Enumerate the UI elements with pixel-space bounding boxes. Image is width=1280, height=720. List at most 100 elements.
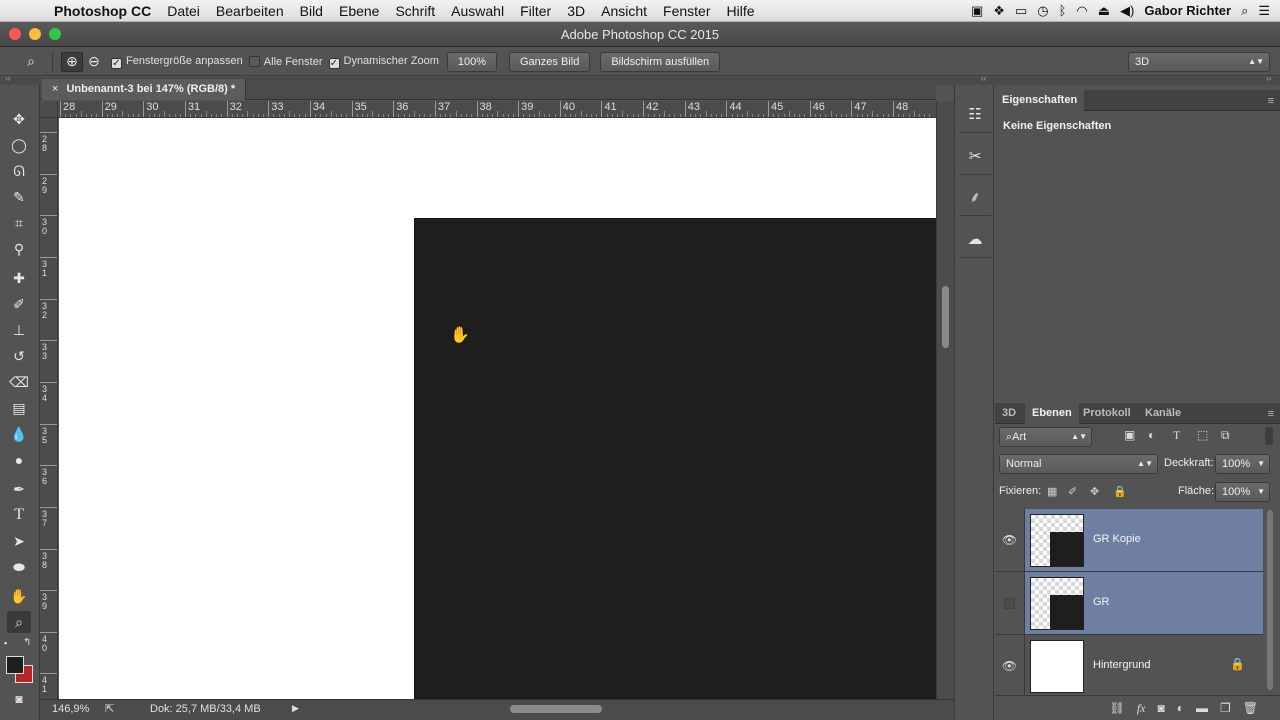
default-colors-icon[interactable]: ▪ <box>4 638 7 648</box>
menu-auswahl[interactable]: Auswahl <box>443 3 512 19</box>
path-selection-tool-icon[interactable]: ➤ <box>7 530 31 552</box>
eraser-tool-icon[interactable]: ⌫ <box>7 371 31 393</box>
time-machine-icon[interactable]: ◷ <box>1037 3 1048 19</box>
filter-pixel-icon[interactable]: ▣ <box>1124 428 1135 442</box>
hand-tool-icon[interactable]: ✋ <box>7 585 31 607</box>
fill-field[interactable]: 100% ▼ <box>1215 482 1270 502</box>
dodge-tool-icon[interactable]: ● <box>7 449 31 471</box>
layer-thumbnail[interactable] <box>1030 640 1084 693</box>
airplay-icon[interactable]: ▣ <box>971 3 983 19</box>
tab-ebenen[interactable]: Ebenen <box>1025 403 1079 424</box>
dynamic-zoom-checkbox[interactable]: ✓ Dynamischer Zoom <box>328 55 439 69</box>
notification-center-icon[interactable]: ☰ <box>1258 3 1270 19</box>
menu-filter[interactable]: Filter <box>512 3 559 19</box>
menu-bild[interactable]: Bild <box>292 3 331 19</box>
close-window-button[interactable] <box>9 28 21 40</box>
healing-brush-tool-icon[interactable]: ✚ <box>7 267 31 289</box>
collapse-panels-icon[interactable]: ›› <box>1266 74 1271 83</box>
collapse-ministrip-icon[interactable]: ‹‹ <box>981 74 986 83</box>
display-icon[interactable]: ▭ <box>1015 3 1027 19</box>
visibility-toggle-off[interactable] <box>995 572 1025 634</box>
layer-thumbnail[interactable] <box>1030 577 1084 630</box>
gradient-tool-icon[interactable]: ▤ <box>7 397 31 419</box>
document-tab[interactable]: × Unbenannt-3 bei 147% (RGB/8) * <box>42 79 247 100</box>
properties-menu-icon[interactable]: ≡ <box>1268 95 1274 107</box>
layer-row-hintergrund[interactable]: 👁 Hintergrund 🔒 <box>995 635 1263 698</box>
fill-screen-button[interactable]: Bildschirm ausfüllen <box>600 51 721 72</box>
opacity-field[interactable]: 100% ▼ <box>1215 454 1270 474</box>
menu-hilfe[interactable]: Hilfe <box>719 3 763 19</box>
type-tool-icon[interactable]: T <box>7 504 31 526</box>
pen-tool-icon[interactable]: ✒ <box>7 478 31 500</box>
clone-stamp-tool-icon[interactable]: ⊥ <box>7 319 31 341</box>
crop-tool-icon[interactable]: ⌗ <box>7 212 31 234</box>
layer-row-gr[interactable]: GR <box>995 572 1263 635</box>
zoom-out-icon[interactable]: ⊖ <box>83 52 105 72</box>
filter-adjustment-icon[interactable]: ◐ <box>1148 428 1155 442</box>
lock-all-icon[interactable]: 🔒 <box>1113 485 1127 498</box>
tab-eigenschaften[interactable]: Eigenschaften <box>995 90 1085 111</box>
user-name[interactable]: Gabor Richter <box>1144 3 1231 18</box>
tab-kanaele[interactable]: Kanäle <box>1138 403 1188 424</box>
all-windows-checkbox[interactable]: Alle Fenster <box>248 55 323 68</box>
layers-menu-icon[interactable]: ≡ <box>1268 408 1274 420</box>
lasso-tool-icon[interactable]: ᘏ <box>7 160 31 182</box>
volume-icon[interactable]: ◀) <box>1120 3 1134 19</box>
lock-position-icon[interactable]: ✥ <box>1090 485 1099 498</box>
brush-tool-icon[interactable]: ✐ <box>7 293 31 315</box>
app-menu[interactable]: Photoshop CC <box>44 3 159 19</box>
layer-name[interactable]: GR <box>1093 596 1110 608</box>
blend-mode-select[interactable]: Normal ▲▼ <box>999 454 1158 474</box>
swap-colors-icon[interactable]: ↰ <box>23 637 31 648</box>
menu-3d[interactable]: 3D <box>559 3 593 19</box>
menu-ansicht[interactable]: Ansicht <box>593 3 655 19</box>
workspace-select[interactable]: 3D ▲▼ <box>1128 52 1270 72</box>
ruler-origin[interactable] <box>40 101 58 118</box>
bluetooth-icon[interactable]: ᛒ <box>1059 3 1067 18</box>
creative-cloud-libraries-icon[interactable]: ☁ <box>963 227 987 251</box>
horizontal-scroll-thumb[interactable] <box>510 705 602 713</box>
lock-image-pixels-icon[interactable]: ✐ <box>1068 485 1077 498</box>
eyedropper-tool-icon[interactable]: ⚲ <box>7 238 31 260</box>
blur-tool-icon[interactable]: 💧 <box>7 423 31 445</box>
status-menu-arrow-icon[interactable]: ▶ <box>292 703 299 714</box>
zoom-level[interactable]: 146,9% <box>52 703 89 715</box>
minimize-window-button[interactable] <box>29 28 41 40</box>
move-tool-icon[interactable]: ✥ <box>7 108 31 130</box>
layer-filter-select[interactable]: ⌕Art ▲▼ <box>999 427 1092 447</box>
vertical-scroll-thumb[interactable] <box>942 286 949 348</box>
ellipse-marquee-tool-icon[interactable]: ◯ <box>7 134 31 156</box>
brush-panel-icon[interactable]: ⸙ <box>963 185 987 209</box>
quick-mask-icon[interactable]: ◙ <box>7 688 31 710</box>
dropbox-icon[interactable]: ❖ <box>993 3 1005 19</box>
layer-row-gr-kopie[interactable]: 👁 GR Kopie <box>995 509 1263 572</box>
visibility-eye-icon[interactable]: 👁 <box>995 509 1025 571</box>
foreground-color-swatch[interactable] <box>6 656 24 674</box>
tools-presets-icon[interactable]: ✂ <box>963 144 987 168</box>
visibility-eye-icon[interactable]: 👁 <box>995 635 1025 697</box>
add-mask-icon[interactable]: ◙ <box>1158 701 1165 715</box>
zoom-tool-preset-icon[interactable]: ⌕ <box>20 52 42 72</box>
filter-smart-object-icon[interactable]: ⧉ <box>1221 428 1230 443</box>
menu-datei[interactable]: Datei <box>159 3 208 19</box>
layer-thumbnail[interactable] <box>1030 514 1084 567</box>
menu-ebene[interactable]: Ebene <box>331 3 387 19</box>
ellipse-tool-icon[interactable]: ⬬ <box>7 556 31 578</box>
tab-3d[interactable]: 3D <box>995 403 1023 424</box>
history-panel-icon[interactable]: ☷ <box>963 102 987 126</box>
menu-bearbeiten[interactable]: Bearbeiten <box>208 3 292 19</box>
export-icon[interactable]: ⇱ <box>105 702 114 715</box>
horizontal-ruler[interactable]: 28 29 30 31 32 33 34 35 36 37 38 39 40 41 42 43 44 45 46 47… <box>58 101 936 118</box>
filter-toggle-switch[interactable] <box>1265 427 1273 445</box>
filter-shape-icon[interactable]: ⬚ <box>1197 428 1208 442</box>
eject-icon[interactable]: ⏏ <box>1098 3 1110 19</box>
fit-window-checkbox[interactable]: ✓ Fenstergröße anpassen <box>111 55 243 69</box>
document-canvas[interactable]: ✋ <box>59 118 936 699</box>
quick-selection-tool-icon[interactable]: ✎ <box>7 186 31 208</box>
collapse-toolbar-icon[interactable]: ›› <box>5 74 10 83</box>
layers-scrollbar[interactable] <box>1267 510 1273 690</box>
menu-schrift[interactable]: Schrift <box>387 3 443 19</box>
layer-style-fx-icon[interactable]: fx <box>1137 701 1146 716</box>
spotlight-search-icon[interactable]: ⌕ <box>1241 3 1248 19</box>
adjustment-layer-icon[interactable]: ◐ <box>1177 701 1184 715</box>
